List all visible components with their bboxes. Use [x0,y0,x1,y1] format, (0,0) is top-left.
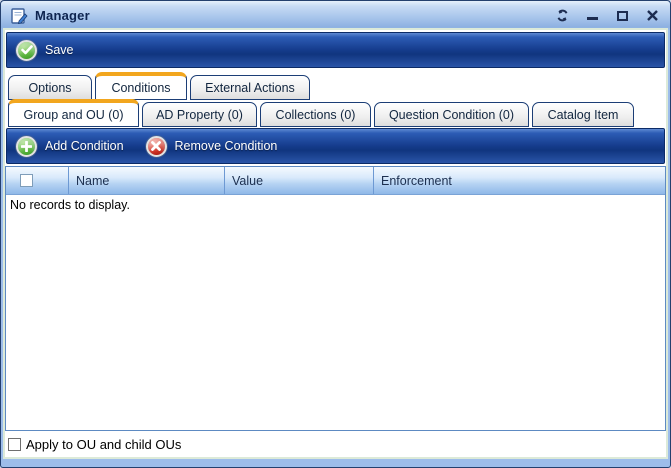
tab-conditions-label: Conditions [111,81,170,95]
column-header-name[interactable]: Name [68,167,224,194]
add-plus-icon [16,136,37,157]
add-condition-label: Add Condition [45,139,124,153]
tab-options[interactable]: Options [8,75,92,100]
column-header-value[interactable]: Value [224,167,373,194]
refresh-icon[interactable] [555,9,570,23]
remove-x-icon [146,136,167,157]
tab-catalog-item-label: Catalog Item [548,108,619,122]
primary-tab-strip: Options Conditions External Actions [8,72,663,100]
column-header-name-label: Name [76,174,109,188]
tab-ad-property-label: AD Property (0) [156,108,243,122]
condition-actions-toolbar: Add Condition Remove Condition [6,128,665,164]
column-header-enforcement[interactable]: Enforcement [373,167,665,194]
save-check-icon [16,40,37,61]
tab-external-actions[interactable]: External Actions [190,75,310,100]
footer-options: Apply to OU and child OUs [8,434,181,455]
tab-question-condition[interactable]: Question Condition (0) [374,102,529,127]
column-header-enforcement-label: Enforcement [381,174,452,188]
tab-external-actions-label: External Actions [205,81,295,95]
column-header-select [6,167,68,194]
conditions-grid: Name Value Enforcement No records to dis… [5,166,666,431]
client-area: Save Options Conditions External Actions… [5,30,666,457]
save-label: Save [45,43,74,57]
remove-condition-label: Remove Condition [175,139,278,153]
add-condition-button[interactable]: Add Condition [16,136,124,157]
apply-ou-checkbox[interactable] [8,438,21,451]
tab-question-condition-label: Question Condition (0) [389,108,514,122]
tab-collections[interactable]: Collections (0) [260,102,371,127]
grid-body: No records to display. [6,195,665,430]
window-title: Manager [35,8,90,23]
minimize-button[interactable] [585,9,600,23]
save-button[interactable]: Save [16,40,74,61]
tab-ad-property[interactable]: AD Property (0) [142,102,257,127]
apply-ou-label[interactable]: Apply to OU and child OUs [26,437,181,452]
save-toolbar: Save [6,32,665,68]
column-header-value-label: Value [232,174,263,188]
app-icon [11,8,28,24]
select-all-checkbox[interactable] [20,174,33,187]
close-button[interactable] [645,9,660,23]
tab-group-and-ou-label: Group and OU (0) [23,108,123,122]
manager-window: Manager [0,0,671,468]
tab-conditions[interactable]: Conditions [95,72,187,100]
maximize-button[interactable] [615,9,630,23]
tab-group-and-ou[interactable]: Group and OU (0) [8,99,139,127]
titlebar[interactable]: Manager [1,1,670,30]
tab-options-label: Options [28,81,71,95]
remove-condition-button[interactable]: Remove Condition [146,136,278,157]
secondary-tab-strip: Group and OU (0) AD Property (0) Collect… [8,99,663,127]
tab-catalog-item[interactable]: Catalog Item [532,102,634,127]
empty-records-message: No records to display. [6,195,665,215]
window-controls [555,9,660,23]
grid-header: Name Value Enforcement [6,167,665,195]
tab-collections-label: Collections (0) [276,108,356,122]
